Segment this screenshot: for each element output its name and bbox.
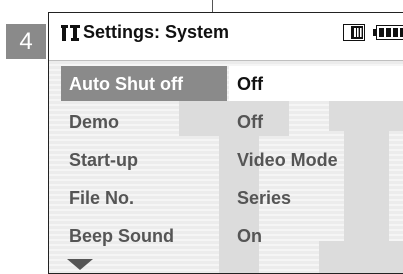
step-number-badge: 4 [6,24,46,59]
menu-item-label: Beep Sound [69,226,174,247]
menu-item-label: File No. [69,188,134,209]
menu-item-label: Start-up [69,150,138,171]
screen-header: Settings: System [49,13,403,61]
settings-icon [61,24,80,42]
menu-item-value: Off [237,112,263,133]
chevron-down-icon[interactable] [67,259,93,270]
menu-item-auto-shut-off[interactable]: Auto Shut off Off [49,65,403,102]
settings-screen: Settings: System Auto Shu [48,12,403,274]
menu-item-file-no[interactable]: File No. Series [49,179,403,216]
menu-area: Auto Shut off Off Demo Off Start-up Vide… [49,61,403,274]
mode-icon [343,24,365,41]
menu-item-value: Video Mode [237,150,338,171]
menu-item-beep-sound[interactable]: Beep Sound On [49,217,403,254]
menu-item-demo[interactable]: Demo Off [49,103,403,140]
page-title: Settings: System [83,22,229,43]
menu-item-value: Off [237,74,263,95]
menu-item-start-up[interactable]: Start-up Video Mode [49,141,403,178]
menu-item-value: Series [237,188,291,209]
menu-item-label: Auto Shut off [69,74,183,95]
menu-item-value: On [237,226,262,247]
battery-icon [373,25,403,40]
menu-item-label: Demo [69,112,119,133]
